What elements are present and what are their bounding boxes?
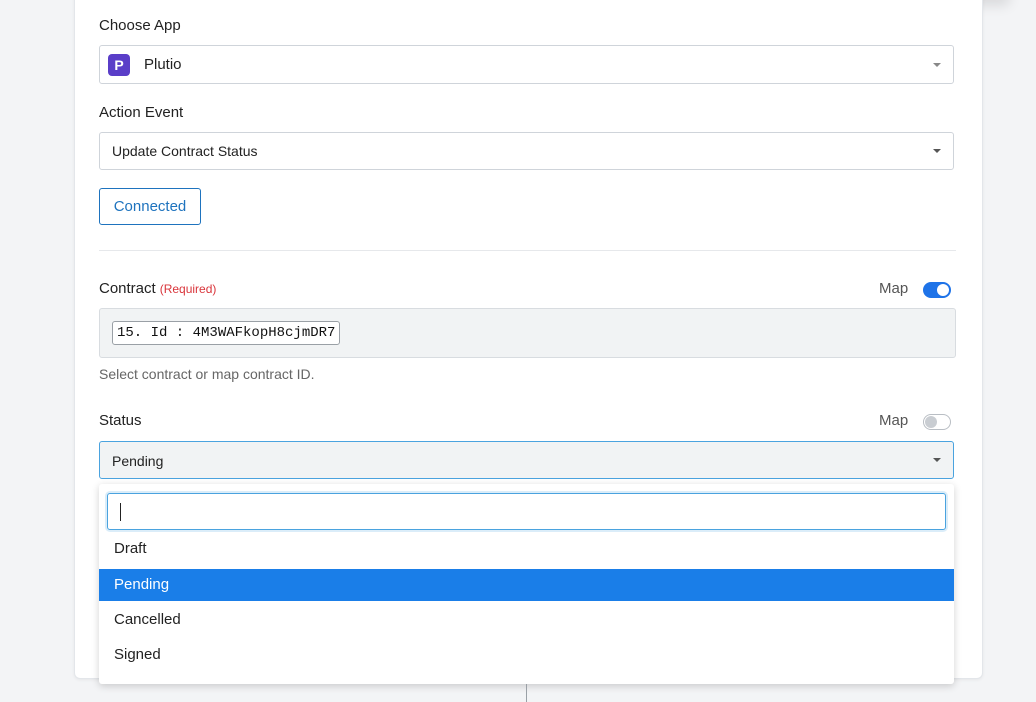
toggle-knob [925, 416, 937, 428]
flow-connector-line [526, 684, 527, 702]
chevron-down-icon [933, 149, 941, 153]
action-event-select[interactable]: Update Contract Status [99, 132, 954, 170]
text-cursor [120, 503, 121, 521]
contract-mapped-field[interactable]: 15. Id : 4M3WAFkopH8cjmDR7 [99, 308, 956, 358]
section-divider [99, 250, 956, 251]
choose-app-label: Choose App [99, 17, 181, 34]
option-draft[interactable]: Draft [99, 533, 954, 565]
status-select[interactable]: Pending [99, 441, 954, 479]
choose-app-select[interactable]: P Plutio [99, 45, 954, 84]
mapped-value-chip[interactable]: 15. Id : 4M3WAFkopH8cjmDR7 [112, 321, 341, 345]
status-map-toggle[interactable] [923, 414, 951, 430]
status-map-label: Map [879, 412, 909, 429]
dropdown-search-input[interactable] [107, 493, 946, 530]
contract-map-label: Map [879, 280, 909, 297]
selected-action-event-text: Update Contract Status [112, 143, 258, 159]
contract-label-text: Contract [99, 280, 156, 297]
chevron-down-icon [933, 458, 941, 462]
status-label: Status [99, 412, 142, 429]
plutio-app-icon: P [108, 54, 130, 76]
contract-label: Contract (Required) [99, 280, 216, 297]
connected-button[interactable]: Connected [99, 188, 201, 225]
contract-map-toggle[interactable] [923, 282, 951, 298]
contract-helper-text: Select contract or map contract ID. [99, 366, 315, 382]
option-pending[interactable]: Pending [99, 569, 954, 601]
selected-status-text: Pending [112, 453, 164, 469]
selected-app-text: Plutio [144, 56, 182, 73]
required-indicator: (Required) [159, 282, 217, 296]
status-dropdown-menu: Draft Pending Cancelled Signed [99, 484, 954, 684]
option-signed[interactable]: Signed [99, 639, 954, 671]
chevron-down-icon [933, 63, 941, 67]
action-event-label: Action Event [99, 104, 184, 121]
option-cancelled[interactable]: Cancelled [99, 604, 954, 636]
toggle-knob [937, 284, 949, 296]
